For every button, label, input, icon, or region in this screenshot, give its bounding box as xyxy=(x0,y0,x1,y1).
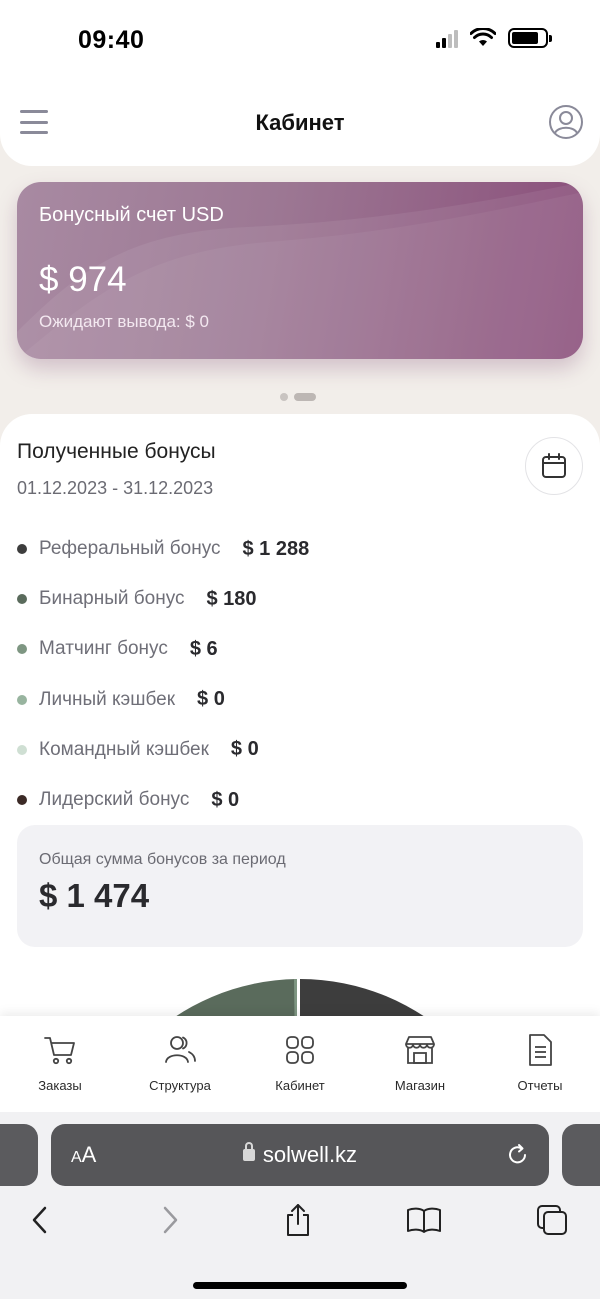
calendar-icon xyxy=(542,453,566,478)
nav-label: Отчеты xyxy=(517,1078,563,1093)
store-icon xyxy=(405,1036,435,1064)
bonus-value: $ 0 xyxy=(197,688,225,711)
bonuses-title: Полученные бонусы xyxy=(17,440,216,463)
bonus-label: Матчинг бонус xyxy=(39,638,168,660)
users-icon xyxy=(165,1036,196,1063)
cellular-signal-icon xyxy=(436,28,458,48)
bonuses-period: 01.12.2023 - 31.12.2023 xyxy=(17,478,214,498)
legend-dot xyxy=(17,744,27,755)
bonus-row: Командный кэшбек $ 0 xyxy=(17,725,577,775)
legend-dot xyxy=(17,644,27,655)
bonus-label: Бинарный бонус xyxy=(39,588,185,610)
nav-label: Кабинет xyxy=(275,1078,325,1093)
app-header: Кабинет xyxy=(0,82,600,166)
nav-label: Структура xyxy=(149,1078,211,1093)
address-bar[interactable]: AA solwell.kz xyxy=(51,1124,549,1186)
bonus-list: Реферальный бонус $ 1 288 Бинарный бонус… xyxy=(17,524,577,825)
nav-label: Заказы xyxy=(38,1078,82,1093)
wifi-icon xyxy=(470,28,496,46)
bonus-card-title: Бонусный счет USD xyxy=(39,204,224,226)
grid-icon xyxy=(286,1036,314,1064)
bonuses-panel: Полученные бонусы 01.12.2023 - 31.12.202… xyxy=(0,414,600,1034)
share-button[interactable] xyxy=(278,1200,318,1240)
back-button[interactable] xyxy=(20,1200,60,1240)
legend-dot xyxy=(17,594,27,605)
chevron-right-icon xyxy=(163,1206,178,1234)
book-icon xyxy=(407,1207,441,1233)
status-icons xyxy=(436,28,552,48)
bonus-value: $ 0 xyxy=(230,738,259,761)
bonus-row: Лидерский бонус $ 0 xyxy=(17,775,577,825)
chevron-left-icon xyxy=(32,1206,47,1234)
url-text[interactable]: solwell.kz xyxy=(51,1142,549,1168)
nav-label: Магазин xyxy=(394,1078,446,1093)
nav-cabinet[interactable]: Кабинет xyxy=(240,1016,360,1112)
bonus-label: Лидерский бонус xyxy=(39,789,190,811)
bonus-row: Реферальный бонус $ 1 288 xyxy=(17,524,577,574)
bonus-value: $ 6 xyxy=(189,637,218,660)
next-tab[interactable] xyxy=(562,1124,600,1186)
total-amount: $ 1 474 xyxy=(39,877,150,914)
share-icon xyxy=(287,1204,309,1236)
legend-dot xyxy=(17,694,27,705)
document-icon xyxy=(529,1034,552,1066)
carousel-dot-active[interactable] xyxy=(294,393,316,401)
status-bar: 09:40 xyxy=(0,0,600,82)
calendar-button[interactable] xyxy=(525,437,583,495)
tabs-icon xyxy=(537,1205,567,1235)
nav-orders[interactable]: Заказы xyxy=(0,1016,120,1112)
status-time: 09:40 xyxy=(78,26,145,54)
previous-tab[interactable] xyxy=(0,1124,38,1186)
bonus-label: Реферальный бонус xyxy=(39,538,221,560)
bonus-value: $ 1 288 xyxy=(242,537,310,560)
legend-dot xyxy=(17,795,27,806)
browser-toolbar xyxy=(0,1200,600,1244)
bonus-card-pending: Ожидают вывода: $ 0 xyxy=(39,312,209,331)
forward-button[interactable] xyxy=(150,1200,190,1240)
bonus-row: Личный кэшбек $ 0 xyxy=(17,675,577,725)
cart-icon xyxy=(44,1037,75,1065)
bonus-label: Личный кэшбек xyxy=(39,688,176,710)
page-title: Кабинет xyxy=(255,110,345,135)
nav-reports[interactable]: Отчеты xyxy=(480,1016,600,1112)
bookmarks-button[interactable] xyxy=(404,1200,444,1240)
bottom-nav: Заказы Структура Кабинет Магазин Отчеты xyxy=(0,1016,600,1112)
carousel-dot[interactable] xyxy=(280,393,288,401)
bonus-account-card[interactable]: Бонусный счет USD $ 974 Ожидают вывода: … xyxy=(17,182,583,359)
bonus-label: Командный кэшбек xyxy=(39,738,209,760)
tabs-button[interactable] xyxy=(532,1200,572,1240)
browser-chrome: AA solwell.kz xyxy=(0,1112,600,1299)
bonus-value: $ 0 xyxy=(211,788,240,811)
total-label: Общая сумма бонусов за период xyxy=(39,851,286,868)
total-bonuses-box: Общая сумма бонусов за период $ 1 474 xyxy=(17,825,583,947)
bonus-value: $ 180 xyxy=(206,587,257,610)
legend-dot xyxy=(17,544,27,555)
lock-icon xyxy=(242,1142,255,1161)
nav-store[interactable]: Магазин xyxy=(360,1016,480,1112)
bonus-row: Матчинг бонус $ 6 xyxy=(17,624,577,674)
reload-icon[interactable] xyxy=(505,1142,531,1168)
carousel-indicator[interactable] xyxy=(280,393,316,401)
nav-structure[interactable]: Структура xyxy=(120,1016,240,1112)
home-indicator[interactable] xyxy=(193,1282,407,1289)
bonus-row: Бинарный бонус $ 180 xyxy=(17,574,577,624)
battery-icon xyxy=(508,28,552,48)
user-circle-icon[interactable] xyxy=(548,104,584,140)
bonus-card-amount: $ 974 xyxy=(39,260,127,299)
